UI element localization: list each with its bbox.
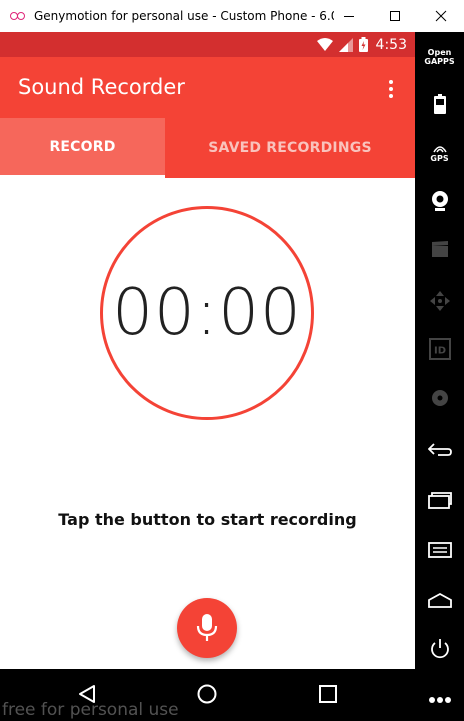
video-capture-icon [431, 241, 448, 257]
more-widget-button[interactable] [415, 688, 464, 712]
battery-icon [433, 94, 446, 114]
app-bar: Sound Recorder [0, 57, 415, 118]
power-icon [430, 639, 449, 659]
emulator-sidebar: Open GAPPS GPS ID [415, 32, 464, 721]
home-icon [197, 684, 217, 704]
home-icon [427, 592, 452, 608]
nav-home-button[interactable] [192, 679, 222, 709]
gps-widget-button[interactable]: GPS [415, 140, 464, 166]
wifi-icon [316, 38, 333, 51]
watermark-text: free for personal use [2, 700, 179, 720]
nav-recents-button[interactable] [313, 679, 343, 709]
recent-apps-icon [427, 492, 452, 509]
back-icon [427, 443, 452, 456]
close-icon [435, 10, 447, 22]
tab-saved-recordings[interactable]: SAVED RECORDINGS [165, 118, 415, 178]
record-button[interactable] [177, 598, 237, 658]
tab-record[interactable]: RECORD [0, 118, 165, 178]
recents-icon [319, 685, 337, 703]
window-title-bar: Genymotion for personal use - Custom Pho… [0, 0, 464, 33]
dpad-icon [429, 291, 450, 311]
open-gapps-button[interactable]: Open GAPPS [415, 44, 464, 70]
status-bar: 4:53 [0, 32, 415, 57]
maximize-icon [390, 11, 400, 21]
svg-text:ID: ID [433, 346, 445, 357]
minimize-button[interactable] [326, 0, 372, 32]
timer-circle: 00:00 [100, 206, 314, 420]
menu-widget-button[interactable] [415, 538, 464, 562]
home-widget-button[interactable] [415, 588, 464, 612]
record-hint-text: Tap the button to start recording [58, 510, 357, 529]
clock: 4:53 [375, 36, 407, 53]
minimize-icon [344, 16, 354, 17]
close-button[interactable] [418, 0, 464, 32]
signal-icon [338, 37, 353, 52]
tab-bar: RECORD SAVED RECORDINGS [0, 118, 415, 178]
app-title: Sound Recorder [18, 75, 185, 99]
more-icon [428, 697, 451, 703]
menu-icon [427, 542, 452, 558]
mic-icon [196, 614, 218, 641]
more-vert-icon[interactable] [381, 77, 401, 101]
gapps-label: Open GAPPS [424, 48, 455, 66]
webcam-widget-button[interactable] [415, 188, 464, 214]
device-id-button: ID [415, 337, 464, 361]
video-capture-button [415, 238, 464, 260]
dpad-button [415, 290, 464, 312]
webcam-icon [431, 191, 448, 211]
device-screen: 4:53 Sound Recorder RECORD SAVED RECORDI… [0, 32, 415, 669]
gps-icon [432, 146, 447, 153]
recent-apps-widget-button[interactable] [415, 488, 464, 512]
window-title: Genymotion for personal use - Custom Pho… [34, 9, 334, 23]
battery-icon [358, 37, 368, 52]
back-widget-button[interactable] [415, 438, 464, 462]
power-widget-button[interactable] [415, 636, 464, 662]
maximize-button[interactable] [372, 0, 418, 32]
battery-widget-button[interactable] [415, 92, 464, 116]
disk-icon [431, 390, 448, 406]
genymotion-logo-icon [10, 11, 26, 21]
disk-button [415, 386, 464, 410]
device-id-icon: ID [428, 338, 451, 360]
timer-display: 00:00 [112, 276, 302, 350]
